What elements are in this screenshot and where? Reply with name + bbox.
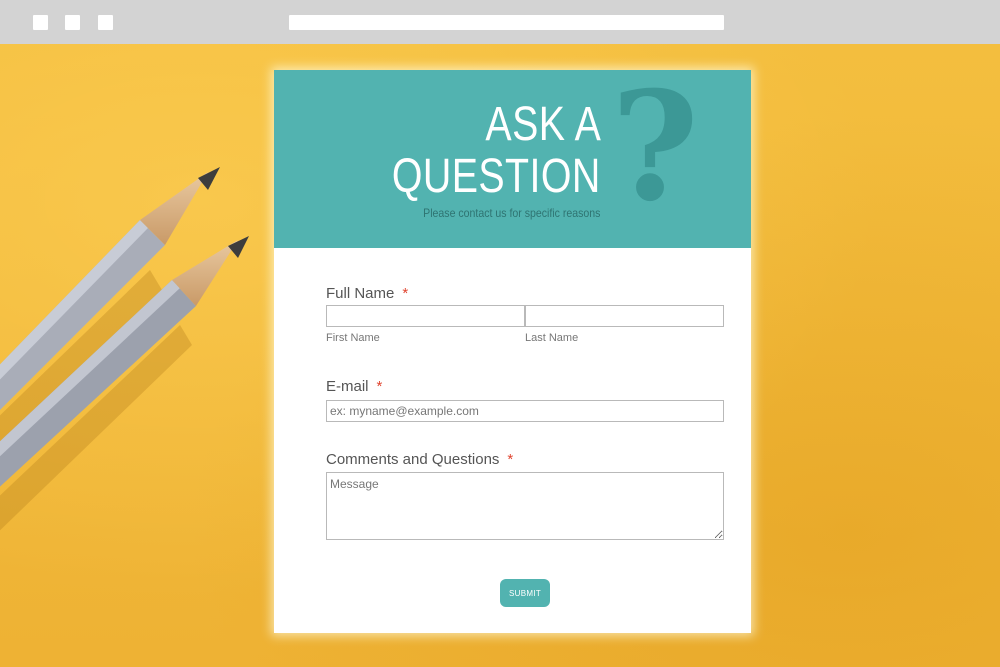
address-bar[interactable] <box>289 15 724 30</box>
email-field[interactable] <box>326 400 724 422</box>
window-button[interactable] <box>65 15 80 30</box>
comments-label: Comments and Questions * <box>326 451 513 468</box>
required-marker: * <box>507 451 514 468</box>
first-name-sublabel: First Name <box>326 332 380 344</box>
email-label-text: E-mail <box>326 378 369 395</box>
required-marker: * <box>376 378 383 395</box>
email-label: E-mail * <box>326 378 382 395</box>
window-button[interactable] <box>33 15 48 30</box>
required-marker: * <box>402 285 409 302</box>
form-title-line-1: ASK A <box>485 98 601 151</box>
last-name-sublabel: Last Name <box>525 332 579 344</box>
last-name-input[interactable] <box>525 305 724 327</box>
comments-label-text: Comments and Questions <box>326 451 500 468</box>
message-textarea[interactable] <box>326 472 724 540</box>
window-button[interactable] <box>98 15 113 30</box>
submit-button[interactable]: SUBMIT <box>500 579 550 607</box>
question-mark-icon: ? <box>611 70 699 235</box>
first-name-input[interactable] <box>326 305 525 327</box>
browser-chrome <box>0 0 1000 44</box>
form-header: ? ASK A QUESTION Please contact us for s… <box>274 70 751 248</box>
pencils-illustration <box>0 167 249 531</box>
form-title-line-2: QUESTION <box>392 150 601 203</box>
form-subtitle: Please contact us for specific reasons <box>422 206 600 220</box>
full-name-label: Full Name * <box>326 285 408 302</box>
full-name-label-text: Full Name <box>326 285 395 302</box>
question-form-card: ? ASK A QUESTION Please contact us for s… <box>274 70 751 633</box>
